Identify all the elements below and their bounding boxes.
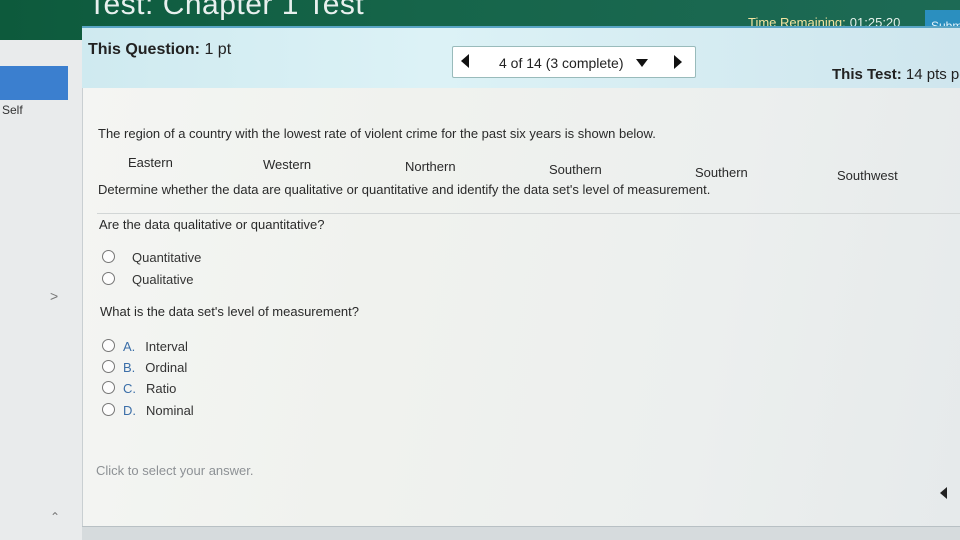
divider: [97, 213, 960, 214]
answer-hint: Click to select your answer.: [96, 463, 254, 478]
test-title: Test: Chapter 1 Test: [88, 0, 365, 21]
region-value: Southern: [549, 162, 602, 177]
region-value: Northern: [405, 159, 456, 174]
region-value: Eastern: [128, 155, 173, 170]
part2-prompt: What is the data set's level of measurem…: [100, 304, 359, 319]
option-text: Ordinal: [145, 360, 188, 375]
question-instruction: Determine whether the data are qualitati…: [98, 182, 711, 197]
chevron-right-icon[interactable]: >: [50, 288, 58, 304]
chevron-down-icon[interactable]: [636, 59, 648, 67]
scroll-left-icon[interactable]: [940, 487, 947, 499]
ordinal-option-label[interactable]: B. Ordinal: [123, 360, 187, 375]
question-points-value: 1 pt: [204, 41, 232, 58]
nominal-option-label[interactable]: D. Nominal: [123, 403, 194, 418]
option-letter: B.: [123, 360, 136, 375]
option-text: Ratio: [146, 381, 177, 396]
option-text: Interval: [145, 339, 188, 354]
quantitative-option-label[interactable]: Quantitative: [132, 250, 201, 265]
region-value: Southwest: [837, 168, 898, 183]
test-points-value: 14 pts possible: [905, 66, 960, 83]
option-letter: C.: [123, 381, 136, 396]
part1-prompt: Are the data qualitative or quantitative…: [99, 217, 325, 232]
sidebar: Self > ⌃: [0, 40, 82, 540]
question-prompt: The region of a country with the lowest …: [98, 126, 656, 141]
nominal-radio[interactable]: [102, 403, 115, 416]
option-letter: A.: [123, 339, 136, 354]
sidebar-active-item[interactable]: [0, 66, 68, 100]
region-value: Southern: [695, 165, 748, 180]
question-progress[interactable]: 4 of 14 (3 complete): [499, 55, 624, 71]
region-value: Western: [263, 157, 312, 172]
quantitative-radio[interactable]: [102, 250, 115, 263]
ratio-option-label[interactable]: C. Ratio: [123, 381, 176, 396]
ordinal-radio[interactable]: [102, 360, 115, 373]
interval-radio[interactable]: [102, 339, 115, 352]
next-question-icon[interactable]: [674, 55, 682, 69]
question-points-label: This Question:: [88, 41, 200, 58]
test-points: This Test: 14 pts possible: [832, 66, 960, 83]
content-footer: [82, 526, 960, 540]
test-points-label: This Test:: [832, 66, 902, 83]
question-navigator: 4 of 14 (3 complete): [452, 46, 696, 78]
ratio-radio[interactable]: [102, 381, 115, 394]
sidebar-self-label[interactable]: Self: [2, 103, 23, 117]
option-text: Nominal: [146, 403, 194, 418]
interval-option-label[interactable]: A. Interval: [123, 339, 188, 354]
question-bar: This Question: 1 pt 4 of 14 (3 complete)…: [82, 26, 960, 88]
qualitative-option-label[interactable]: Qualitative: [132, 272, 193, 287]
question-points: This Question: 1 pt: [88, 41, 231, 59]
chevron-up-icon[interactable]: ⌃: [50, 510, 60, 524]
previous-question-icon[interactable]: [461, 54, 469, 68]
qualitative-radio[interactable]: [102, 272, 115, 285]
question-content: The region of a country with the lowest …: [82, 88, 960, 528]
option-letter: D.: [123, 403, 136, 418]
